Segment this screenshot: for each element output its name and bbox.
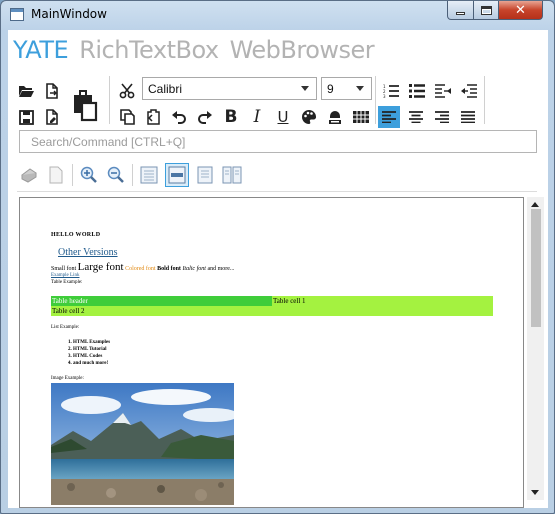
fonts-example-line: Small font Large font Colored font Bold …	[51, 261, 234, 273]
single-page-icon[interactable]	[194, 164, 216, 186]
save-as-icon[interactable]	[41, 106, 63, 128]
view-toolbar	[8, 161, 548, 191]
italic-button[interactable]: I	[246, 106, 268, 128]
table-cell: Table cell 1	[272, 296, 493, 306]
underline-button[interactable]: U	[272, 106, 294, 128]
tab-webbrowser[interactable]: WebBrowser	[230, 38, 375, 62]
table-icon[interactable]	[350, 106, 372, 128]
tab-richtextbox[interactable]: RichTextBox	[79, 38, 219, 62]
document-viewer[interactable]: HELLO WORLD Other Versions Small font La…	[19, 197, 524, 508]
paste-icon[interactable]	[70, 88, 100, 124]
small-font-text: Small font	[51, 266, 77, 272]
image-example-label: Image Example:	[51, 376, 84, 381]
save-icon[interactable]	[15, 106, 37, 128]
ribbon-separator	[484, 76, 485, 124]
minimize-icon	[456, 11, 465, 15]
scroll-down-arrow-icon[interactable]	[531, 490, 539, 495]
bold-font-text: Bold font	[157, 266, 181, 272]
two-page-icon[interactable]	[221, 164, 243, 186]
align-center-icon[interactable]	[405, 106, 427, 128]
svg-text:3: 3	[383, 94, 386, 98]
page-icon[interactable]	[45, 164, 67, 186]
window-title: MainWindow	[31, 7, 107, 21]
chevron-down-icon	[356, 86, 364, 91]
table-example-label: Table Example:	[51, 280, 83, 285]
table-cell: Table cell 2	[51, 306, 493, 316]
maximize-icon	[480, 5, 492, 15]
cut-icon[interactable]	[116, 80, 138, 102]
zoom-in-icon[interactable]	[78, 164, 100, 186]
list-item: and much more!	[73, 360, 110, 367]
zoom-out-icon[interactable]	[105, 164, 127, 186]
chevron-down-icon	[301, 86, 309, 91]
ribbon-separator	[375, 76, 376, 124]
indent-decrease-icon[interactable]	[458, 80, 480, 102]
example-table: Table header Table cell 1 Table cell 2	[51, 296, 493, 316]
numbered-list-icon[interactable]: 123	[380, 80, 402, 102]
mountain-lake-image	[51, 383, 234, 505]
minimize-button[interactable]	[447, 1, 474, 20]
font-size-value: 9	[327, 81, 334, 96]
table-header-cell: Table header	[51, 296, 272, 306]
client-area: YATE RichTextBox WebBrowser Calibri 9 B …	[8, 30, 548, 508]
title-bar[interactable]: MainWindow ✕	[1, 1, 554, 29]
indent-increase-icon[interactable]	[432, 80, 454, 102]
align-justify-icon[interactable]	[457, 106, 479, 128]
italic-font-text: Italic font	[182, 266, 206, 272]
maximize-button[interactable]	[473, 1, 499, 20]
app-icon	[10, 8, 24, 21]
open-folder-icon[interactable]	[15, 80, 37, 102]
and-more-text: and more...	[207, 266, 235, 272]
colored-font-text: Colored font	[125, 266, 156, 272]
table-row: Table header Table cell 1	[51, 296, 493, 306]
undo-icon[interactable]	[168, 106, 190, 128]
list-item: HTML Examples	[73, 339, 110, 346]
scroll-up-arrow-icon[interactable]	[531, 202, 539, 207]
list-item: HTML Codes	[73, 353, 110, 360]
list-example-label: List Example:	[51, 325, 80, 330]
fit-width-icon[interactable]	[138, 164, 160, 186]
main-window: MainWindow ✕ YATE RichTextBox WebBrowser	[0, 0, 555, 514]
table-row: Table cell 2	[51, 306, 493, 316]
align-left-icon[interactable]	[378, 106, 400, 128]
fit-page-icon[interactable]	[165, 163, 189, 187]
doc-heading: HELLO WORLD	[51, 232, 101, 238]
copy-icon[interactable]	[116, 106, 138, 128]
toolbar-separator	[132, 164, 133, 186]
example-list: HTML Examples HTML Tutorial HTML Codes a…	[73, 339, 110, 367]
close-button[interactable]: ✕	[498, 1, 543, 20]
open-file-icon[interactable]	[41, 80, 63, 102]
tab-strip: YATE RichTextBox WebBrowser	[13, 38, 385, 62]
align-right-icon[interactable]	[431, 106, 453, 128]
paste-special-icon[interactable]	[142, 106, 164, 128]
tab-yate[interactable]: YATE	[13, 38, 69, 62]
font-family-select[interactable]: Calibri	[142, 77, 317, 100]
scrollbar-thumb[interactable]	[531, 209, 541, 327]
example-link[interactable]: Example Link	[51, 273, 79, 278]
highlight-icon[interactable]	[324, 106, 346, 128]
ribbon-separator	[109, 76, 110, 124]
font-family-value: Calibri	[148, 81, 183, 96]
search-command-input[interactable]	[19, 130, 537, 153]
toolbar-divider	[17, 191, 537, 192]
toolbar-separator	[72, 164, 73, 186]
color-palette-icon[interactable]	[298, 106, 320, 128]
redo-icon[interactable]	[194, 106, 216, 128]
bullet-list-icon[interactable]	[406, 80, 428, 102]
vertical-scrollbar[interactable]	[527, 197, 544, 500]
font-size-select[interactable]: 9	[321, 77, 372, 100]
large-font-text: Large font	[77, 261, 124, 273]
print-icon[interactable]	[18, 164, 40, 186]
close-icon: ✕	[515, 2, 526, 18]
formatting-ribbon: Calibri 9 B I U 1 2 3	[8, 70, 548, 128]
list-item: HTML Tutorial	[73, 346, 110, 353]
bold-button[interactable]: B	[220, 106, 242, 128]
other-versions-link[interactable]: Other Versions	[58, 247, 118, 258]
